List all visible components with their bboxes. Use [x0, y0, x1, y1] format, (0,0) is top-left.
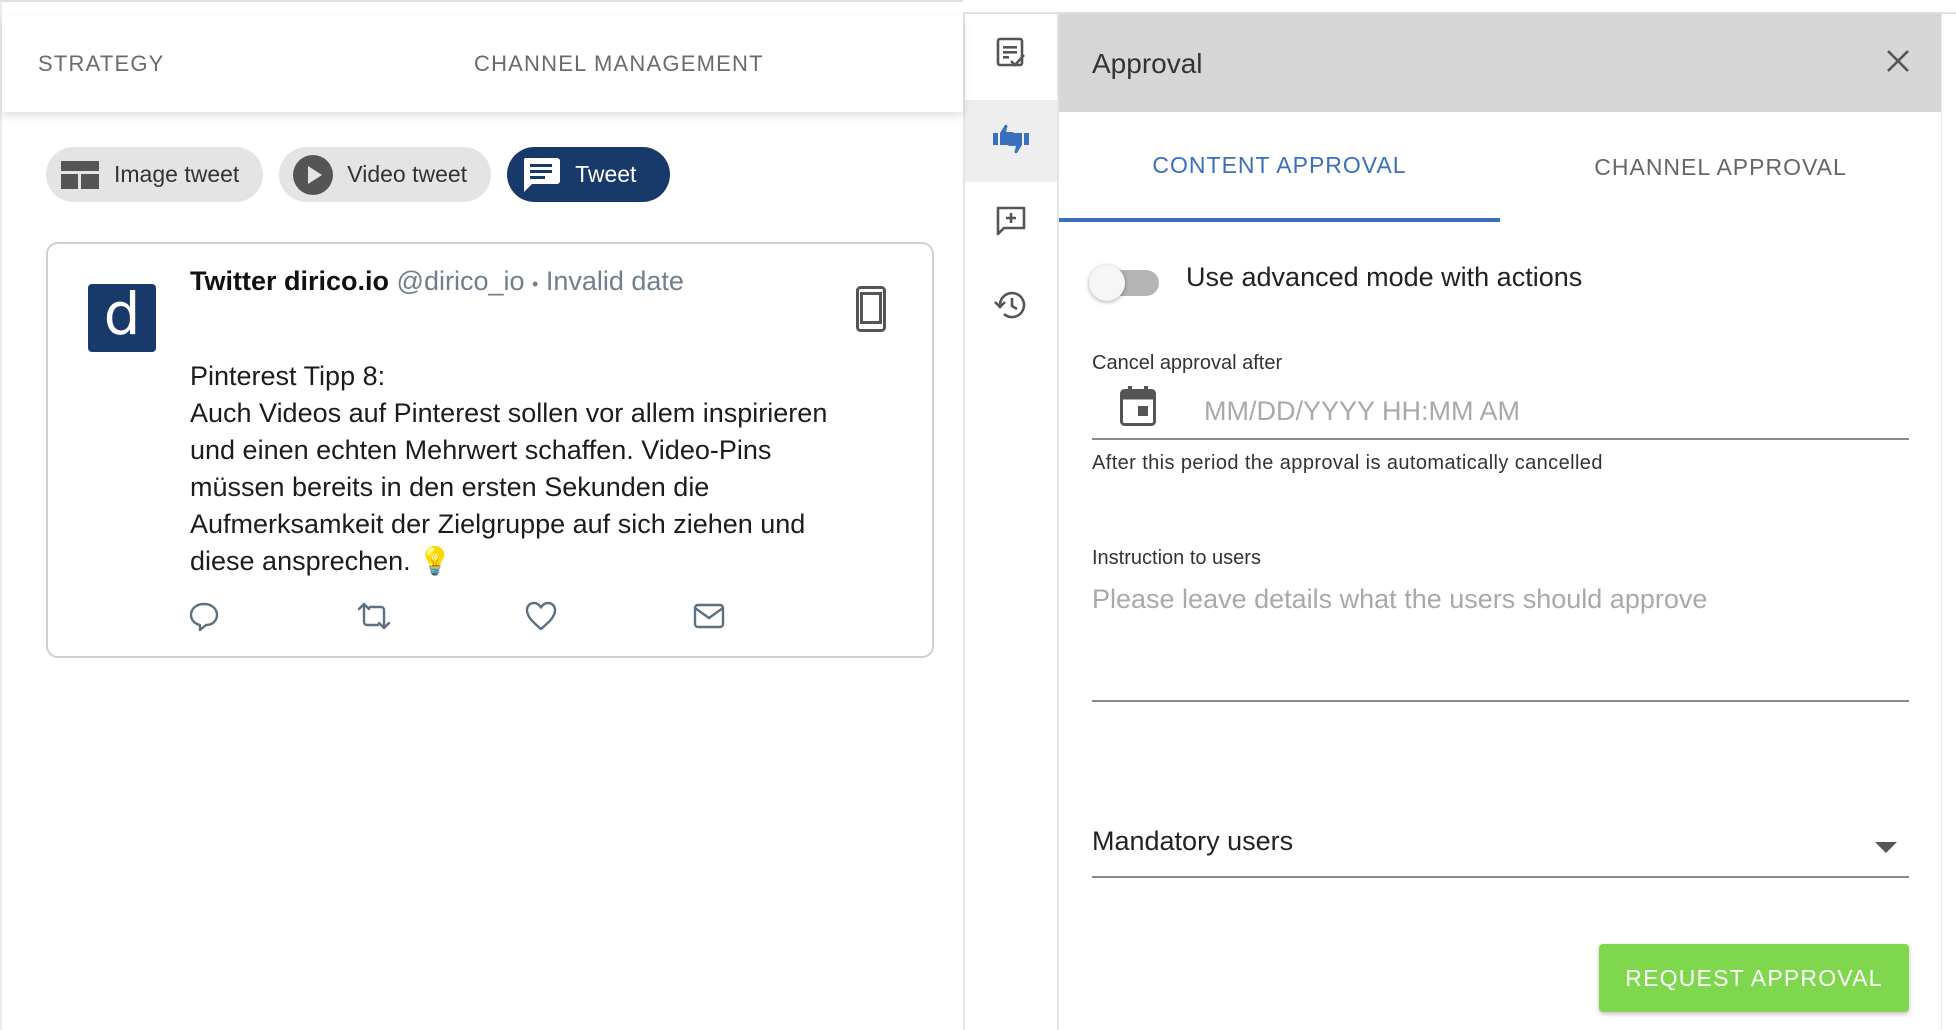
scrollbar[interactable]	[1941, 14, 1956, 1030]
advanced-mode-label: Use advanced mode with actions	[1186, 262, 1583, 292]
tab-strategy[interactable]: STRATEGY	[38, 51, 165, 77]
cancel-date-field[interactable]: MM/DD/YYYY HH:MM AM	[1092, 378, 1909, 440]
sidebar-item-history[interactable]	[965, 266, 1057, 348]
reply-icon[interactable]	[188, 600, 220, 637]
tab-channel-approval[interactable]: CHANNEL APPROVAL	[1500, 112, 1941, 222]
tab-content-approval[interactable]: CONTENT APPROVAL	[1059, 112, 1500, 222]
cancel-helper-text: After this period the approval is automa…	[1092, 452, 1603, 474]
play-circle-icon	[293, 154, 334, 195]
app-root: STRATEGY CHANNEL MANAGEMENT Image tweet …	[0, 0, 1956, 1030]
separator-dot: •	[532, 274, 539, 294]
tweet-text: Pinterest Tipp 8: Auch Videos auf Pinter…	[190, 358, 910, 580]
tweet-text-line: Auch Videos auf Pinterest sollen vor all…	[190, 398, 828, 428]
avatar-letter: d	[103, 280, 141, 348]
account-name: Twitter dirico.io	[190, 266, 390, 296]
history-icon	[994, 289, 1028, 326]
top-navigation: STRATEGY CHANNEL MANAGEMENT	[2, 16, 963, 112]
request-approval-button[interactable]: REQUEST APPROVAL	[1599, 944, 1909, 1012]
editor-sidebar	[963, 14, 1059, 1030]
advanced-mode-toggle[interactable]	[1089, 262, 1165, 302]
tweet-chip[interactable]: Tweet	[507, 147, 671, 202]
instruction-textarea[interactable]: Please leave details what the users shou…	[1092, 584, 1909, 702]
image-tweet-label: Image tweet	[114, 161, 240, 187]
account-handle: @dirico_io	[396, 266, 525, 296]
tweet-text-line: Aufmerksamkeit der Zielgruppe auf sich z…	[190, 509, 806, 539]
video-tweet-chip[interactable]: Video tweet	[279, 147, 492, 202]
panel-title: Approval	[1092, 48, 1203, 79]
toggle-knob	[1089, 265, 1125, 301]
tweet-text-line: diese ansprechen. 💡	[190, 546, 452, 576]
tweet-header: Twitter dirico.io @dirico_io • Invalid d…	[190, 266, 684, 297]
approval-tabs: CONTENT APPROVAL CHANNEL APPROVAL	[1059, 112, 1941, 222]
thumbs-up-down-icon	[991, 121, 1031, 162]
tweet-label: Tweet	[575, 161, 637, 187]
cancel-approval-label: Cancel approval after	[1092, 352, 1283, 374]
sidebar-item-approval[interactable]	[965, 100, 1057, 182]
tweet-actions	[188, 600, 788, 636]
instruction-label: Instruction to users	[1092, 547, 1261, 569]
video-tweet-label: Video tweet	[347, 161, 468, 187]
image-tweet-chip[interactable]: Image tweet	[46, 147, 264, 202]
retweet-icon[interactable]	[356, 600, 392, 637]
tweet-text-line: Pinterest Tipp 8:	[190, 361, 386, 391]
avatar: d	[88, 284, 156, 352]
like-icon[interactable]	[524, 600, 558, 637]
mobile-preview-icon[interactable]	[856, 286, 886, 337]
message-share-icon[interactable]	[692, 600, 726, 637]
tweet-text-line: und einen echten Mehrwert schaffen. Vide…	[190, 435, 772, 465]
approval-panel: Approval CONTENT APPROVAL CHANNEL APPROV…	[1059, 14, 1941, 1030]
post-type-selector: Image tweet Video tweet Tweet	[46, 147, 671, 202]
tweet-preview-card: d Twitter dirico.io @dirico_io • Invalid…	[46, 242, 934, 658]
tab-channel-management[interactable]: CHANNEL MANAGEMENT	[474, 51, 764, 77]
tweet-date: Invalid date	[545, 266, 684, 296]
approval-header: Approval	[1059, 14, 1941, 112]
post-editor-panel: STRATEGY CHANNEL MANAGEMENT Image tweet …	[0, 0, 963, 1030]
calendar-icon[interactable]	[1120, 386, 1156, 431]
sidebar-item-review[interactable]	[965, 14, 1057, 96]
close-icon[interactable]	[1885, 48, 1911, 79]
message-icon	[521, 155, 561, 195]
mandatory-users-label: Mandatory users	[1092, 826, 1294, 856]
dropdown-arrow-icon	[1875, 842, 1897, 853]
instruction-placeholder: Please leave details what the users shou…	[1092, 584, 1708, 614]
date-placeholder: MM/DD/YYYY HH:MM AM	[1204, 396, 1521, 426]
checklist-icon	[996, 37, 1026, 74]
mandatory-users-select[interactable]: Mandatory users	[1092, 804, 1909, 878]
sidebar-item-comment[interactable]	[965, 182, 1057, 264]
add-comment-icon	[995, 205, 1027, 242]
image-layout-icon	[60, 155, 100, 195]
tweet-text-line: müssen bereits in den ersten Sekunden di…	[190, 472, 710, 502]
